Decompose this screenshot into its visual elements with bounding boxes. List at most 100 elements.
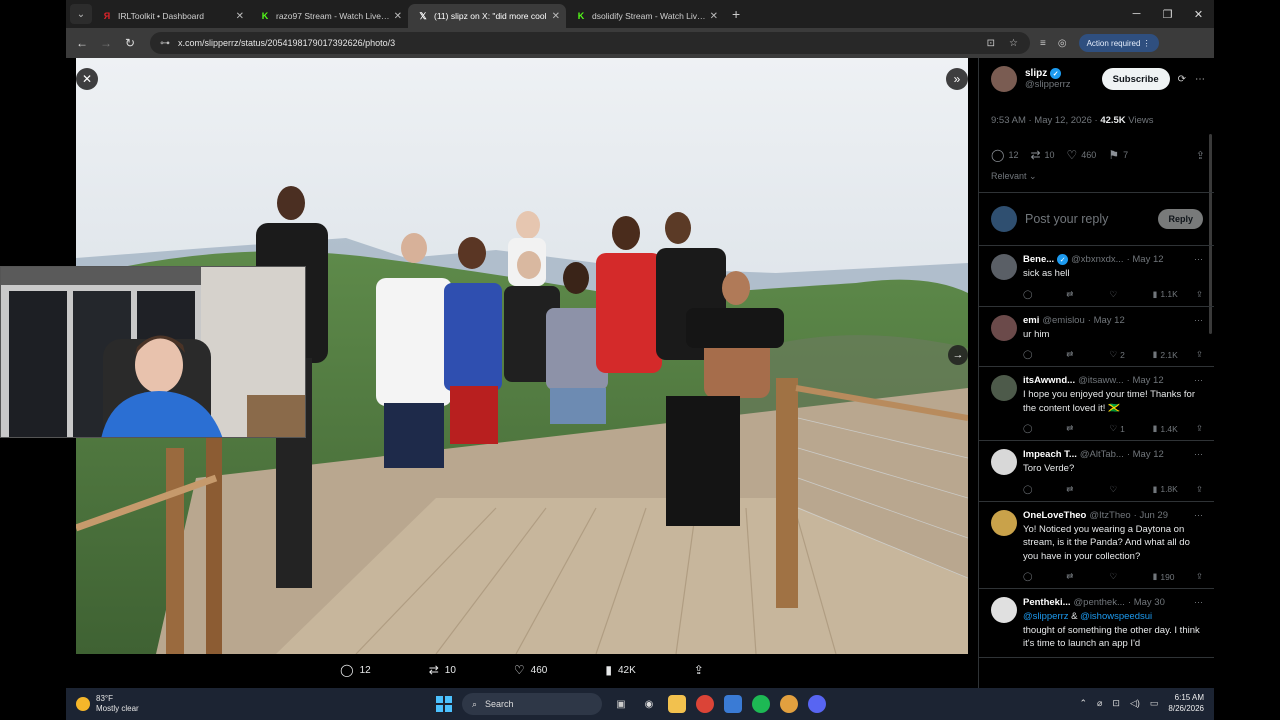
list-item[interactable]: OneLoveTheo @ItzTheo · Jun 29 ⋯ Yo! Noticed… [979,502,1214,589]
stat-bookmarks[interactable]: ⚑ 7 [1108,148,1128,162]
reply-date[interactable]: · Jun 29 [1134,510,1168,521]
share-icon[interactable]: ⇪ [1196,484,1203,495]
share-icon[interactable]: ⇪ [1196,289,1203,300]
discord-icon[interactable] [808,695,826,713]
repost-icon[interactable]: ⇄ [1066,349,1109,360]
reply-input[interactable]: Post your reply [1025,212,1158,226]
file-explorer-icon[interactable] [668,695,686,713]
start-icon[interactable] [436,696,452,712]
weather-widget[interactable]: 83°F Mostly clear [76,694,139,714]
more-icon[interactable]: ⋯ [1194,254,1203,265]
comment-icon[interactable]: ◯ [1023,484,1066,495]
volume-icon[interactable]: ◁) [1130,698,1140,709]
reply-author-name[interactable]: Bene... [1023,254,1054,265]
chrome-canary-icon[interactable] [780,695,798,713]
back-icon[interactable]: ← [70,36,94,50]
comment-icon[interactable]: ◯ [1023,571,1066,582]
author-name[interactable]: slipz [1025,68,1047,79]
share-icon[interactable]: ⇪ [1196,571,1203,582]
views-stat[interactable]: ▮ 1.4K [1153,423,1196,434]
address-bar[interactable]: ⊶ x.com/slipperrz/status/205419817901739… [150,32,1030,54]
tweet-time[interactable]: 9:53 AM · May 12, 2026 · [991,115,1100,126]
views-stat[interactable]: ▮ 1.8K [1153,484,1196,495]
more-icon[interactable]: ⋯ [1195,74,1205,85]
views-action[interactable]: ▮ 42K [605,663,635,677]
stat-replies[interactable]: ◯ 12 [991,148,1018,162]
stat-likes[interactable]: ♡ 460 [1067,148,1097,162]
reply-avatar[interactable] [991,509,1017,536]
forward-icon[interactable]: → [94,36,118,50]
like-stat[interactable]: ♡ 2 [1109,349,1152,360]
close-viewer-button[interactable]: ✕ [76,68,98,90]
reply-author-name[interactable]: Pentheki... [1023,597,1071,608]
maximize-icon[interactable]: ❐ [1152,0,1183,28]
taskbar-search[interactable]: ⌕ Search [462,693,602,715]
reply-action[interactable]: ◯ 12 [340,663,371,677]
subscribe-button[interactable]: Subscribe [1101,68,1170,90]
reply-avatar[interactable] [991,254,1017,280]
reply-date[interactable]: · May 12 [1127,254,1164,265]
share-icon[interactable]: ⇪ [1196,423,1203,434]
mention-link[interactable]: @ishowspeedsui [1080,611,1152,622]
action-required-button[interactable]: Action required ⋮ [1078,34,1159,52]
reply-avatar[interactable] [991,375,1017,401]
more-icon[interactable]: ⋯ [1194,449,1203,460]
reply-date[interactable]: · May 12 [1127,449,1164,460]
reply-date[interactable]: · May 12 [1127,375,1164,386]
chevron-up-icon[interactable]: ⌃ [1079,698,1087,709]
list-item[interactable]: Impeach T... @AltTab... · May 12 ⋯ Toro Ver… [979,441,1214,502]
views-stat[interactable]: ▮ 190 [1153,571,1196,582]
more-icon[interactable]: ⋯ [1194,597,1203,608]
share-action[interactable]: ⇪ [694,663,704,677]
share-icon[interactable]: ⇪ [1196,349,1203,360]
obs-icon[interactable]: ◉ [640,695,658,713]
reply-sort-dropdown[interactable]: Relevant ⌄ [991,171,1037,182]
minimize-icon[interactable]: ─ [1121,0,1152,28]
profile-icon[interactable]: ◎ [1058,38,1067,49]
reply-avatar[interactable] [991,597,1017,623]
tab-search-button[interactable]: ⌄ [70,4,92,24]
grok-icon[interactable]: ⟳ [1178,74,1186,85]
share-icon[interactable]: ⇪ [1196,149,1205,162]
close-tab-icon[interactable]: ✕ [394,11,402,22]
reply-avatar[interactable] [991,449,1017,475]
close-tab-icon[interactable]: ✕ [236,11,244,22]
network-icon[interactable]: ⊡ [1112,698,1120,709]
heart-icon[interactable]: ♡ [1109,289,1152,300]
mic-icon[interactable]: ⌀ [1097,698,1102,709]
clock[interactable]: 6:15 AM 8/26/2026 [1168,692,1204,714]
repost-icon[interactable]: ⇄ [1066,423,1109,434]
repost-icon[interactable]: ⇄ [1066,571,1109,582]
close-tab-icon[interactable]: ✕ [552,11,560,22]
reading-list-icon[interactable]: ≡ [1040,38,1046,49]
repost-icon[interactable]: ⇄ [1066,289,1109,300]
more-icon[interactable]: ⋯ [1194,510,1203,521]
tab-razo97[interactable]: K razo97 Stream - Watch Live on Kick ✕ [250,4,408,28]
heart-icon[interactable]: ♡ [1109,484,1152,495]
views-stat[interactable]: ▮ 1.1K [1153,289,1196,300]
chrome-icon[interactable] [696,695,714,713]
mention-link[interactable]: @slipperrz [1023,611,1069,622]
bookmark-star-icon[interactable]: ☆ [1009,38,1018,49]
task-view-icon[interactable]: ▣ [612,695,630,713]
close-window-icon[interactable]: ✕ [1183,0,1214,28]
comment-icon[interactable]: ◯ [1023,349,1066,360]
list-item[interactable]: Pentheki... @penthek... · May 30 ⋯ @slipper… [979,589,1214,658]
comment-icon[interactable]: ◯ [1023,289,1066,300]
author-avatar[interactable] [991,66,1017,92]
list-item[interactable]: Bene... ✓ @xbxnxdx... · May 12 ⋯ sick as hel… [979,246,1214,307]
close-tab-icon[interactable]: ✕ [710,11,718,22]
reply-author-name[interactable]: Impeach T... [1023,449,1077,460]
stat-reposts[interactable]: ⇄ 10 [1030,148,1054,162]
reply-avatar[interactable] [991,314,1017,341]
more-icon[interactable]: ⋯ [1194,375,1203,386]
next-photo-button[interactable]: → [948,345,968,365]
repost-icon[interactable]: ⇄ [1066,484,1109,495]
reply-author-name[interactable]: OneLoveTheo [1023,510,1086,521]
reload-icon[interactable]: ↻ [118,36,142,50]
heart-icon[interactable]: ♡ [1109,571,1152,582]
toggle-sidebar-button[interactable]: » [946,68,968,90]
reply-date[interactable]: · May 12 [1088,315,1125,326]
reply-date[interactable]: · May 30 [1128,597,1165,608]
photos-icon[interactable] [724,695,742,713]
